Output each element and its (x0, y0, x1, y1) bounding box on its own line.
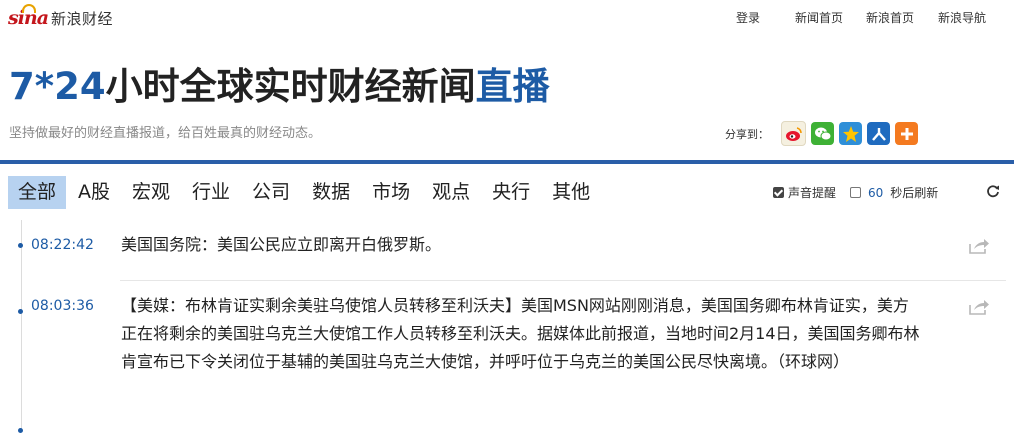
tab-other[interactable]: 其他 (542, 176, 600, 209)
share-arrow-icon[interactable] (968, 298, 990, 316)
timeline-dot (18, 243, 23, 248)
feed-controls: 声音提醒 60 秒后刷新 (773, 184, 938, 201)
tab-market[interactable]: 市场 (362, 176, 420, 209)
sound-alert-checkbox[interactable] (773, 187, 784, 198)
title-suffix: 直播 (475, 65, 550, 108)
header-divider (0, 160, 1014, 164)
auto-refresh-checkbox[interactable] (850, 187, 862, 198)
more-share-icon[interactable] (895, 122, 918, 145)
tab-industry[interactable]: 行业 (182, 176, 240, 209)
timeline-dot (18, 309, 23, 314)
renren-icon[interactable] (867, 122, 890, 145)
refresh-label: 秒后刷新 (890, 186, 939, 200)
tab-data[interactable]: 数据 (302, 176, 360, 209)
sina-finance-logo[interactable]: sina 新浪财经 (8, 4, 114, 30)
refresh-icon[interactable] (986, 184, 1000, 202)
tab-central-bank[interactable]: 央行 (482, 176, 540, 209)
page-subtitle: 坚持做最好的财经直播报道，给百姓最真的财经动态。 (9, 126, 322, 141)
category-tabs: 全部 A股 宏观 行业 公司 数据 市场 观点 央行 其他 (8, 176, 602, 209)
wechat-icon[interactable] (811, 122, 834, 145)
title-middle: 小时全球实时财经新闻 (105, 65, 476, 108)
sina-logo-mark: sina (8, 4, 49, 29)
top-bar: sina 新浪财经 登录 新闻首页 新浪首页 新浪导航 (0, 0, 1014, 36)
tab-company[interactable]: 公司 (242, 176, 300, 209)
feed-time: 08:03:36 (31, 298, 94, 314)
weibo-icon[interactable] (781, 121, 806, 146)
feed-separator (120, 280, 1006, 281)
refresh-seconds: 60 (868, 185, 884, 200)
tab-all[interactable]: 全部 (8, 176, 67, 209)
tab-opinion[interactable]: 观点 (422, 176, 480, 209)
share-bar: 分享到： (725, 121, 923, 146)
logo-text: 新浪财经 (51, 9, 114, 28)
tab-a-share[interactable]: A股 (68, 176, 120, 209)
feed-text: 【美媒：布林肯证实剩余美驻乌使馆人员转移至利沃夫】美国MSN网站刚刚消息，美国国… (121, 296, 920, 371)
share-label: 分享到： (725, 127, 769, 141)
news-home-link[interactable]: 新闻首页 (795, 9, 843, 26)
sound-alert-label: 声音提醒 (788, 186, 837, 200)
qzone-icon[interactable] (839, 122, 862, 145)
feed-time: 08:22:42 (31, 237, 94, 253)
feed-text: 美国国务院：美国公民应立即离开白俄罗斯。 (121, 235, 442, 254)
login-link[interactable]: 登录 (736, 9, 760, 26)
sina-nav-link[interactable]: 新浪导航 (938, 9, 986, 26)
page-title: 7*24小时全球实时财经新闻直播 (9, 56, 550, 110)
share-arrow-icon[interactable] (968, 237, 990, 255)
sina-home-link[interactable]: 新浪首页 (866, 9, 914, 26)
tab-macro[interactable]: 宏观 (122, 176, 180, 209)
timeline-line (21, 220, 22, 431)
title-prefix: 7*24 (9, 65, 106, 108)
